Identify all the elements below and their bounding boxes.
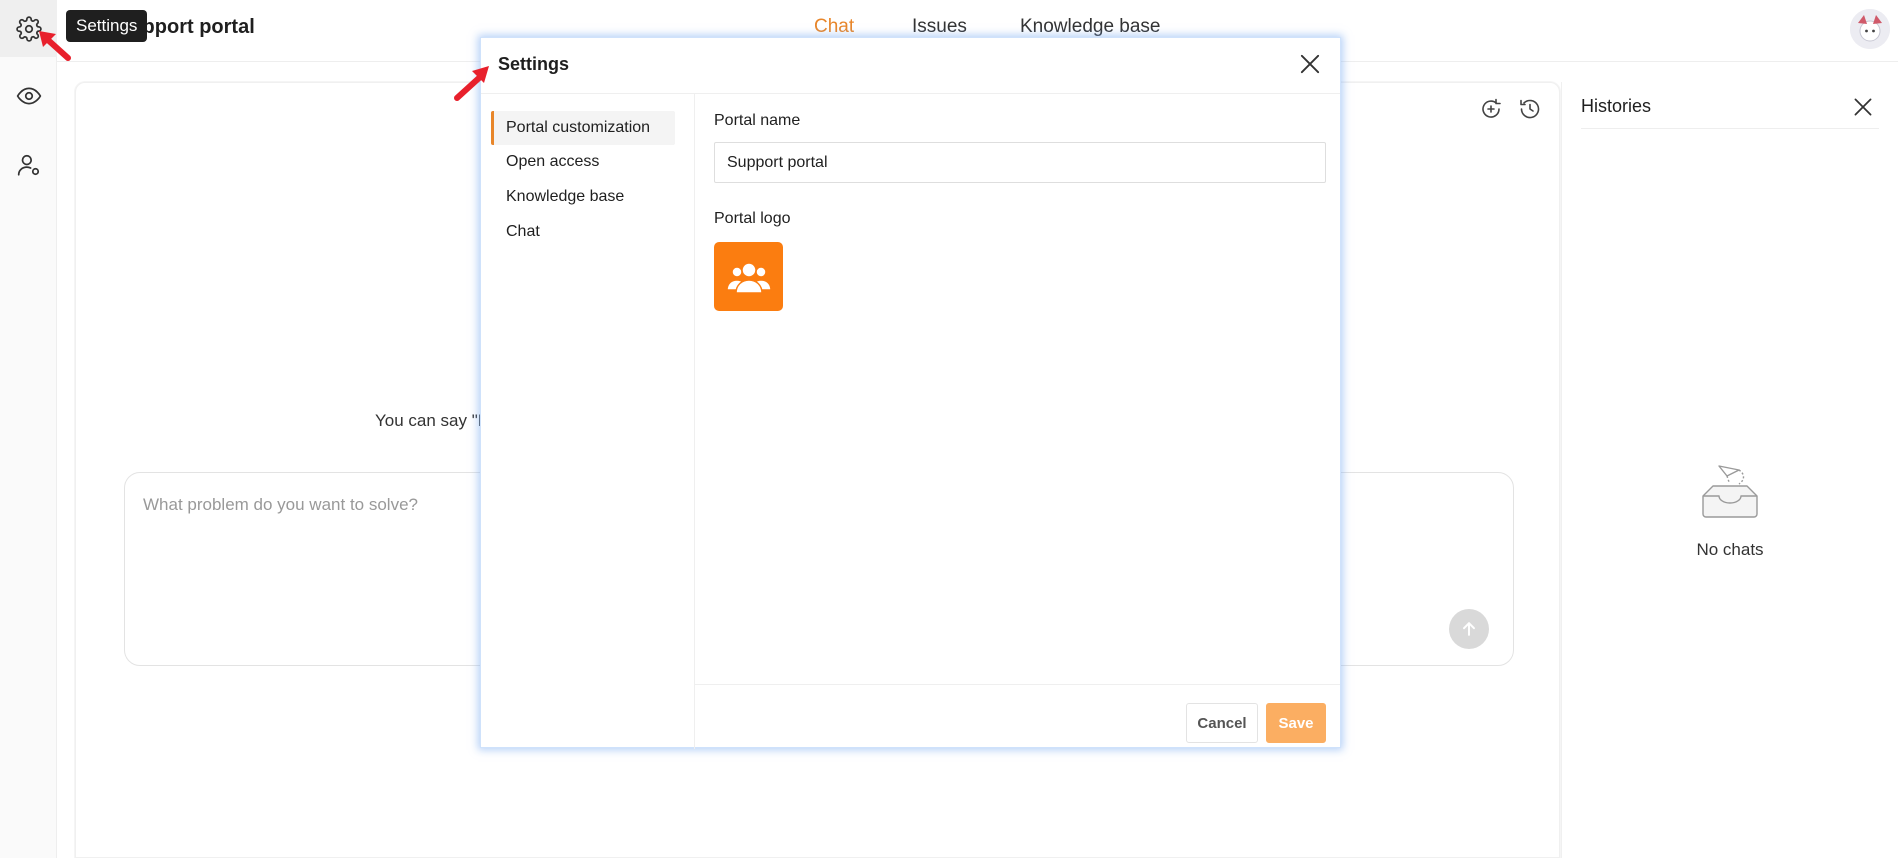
settings-nav-portal-customization[interactable]: Portal customization <box>491 111 675 145</box>
close-icon[interactable] <box>1296 50 1324 78</box>
close-icon[interactable] <box>1850 94 1876 120</box>
portal-logo-upload[interactable] <box>714 242 783 311</box>
greeting-hint: You can say "H <box>375 411 491 430</box>
avatar[interactable] <box>1850 9 1890 49</box>
divider <box>1581 128 1879 129</box>
settings-dialog: Settings Portal customization Open acces… <box>480 37 1341 749</box>
send-button[interactable] <box>1449 609 1489 649</box>
portal-name-input[interactable] <box>714 142 1326 183</box>
save-button[interactable]: Save <box>1266 703 1326 743</box>
dialog-header: Settings <box>481 38 1340 94</box>
eye-icon <box>16 87 41 104</box>
user-settings-icon <box>17 154 39 176</box>
dialog-title: Settings <box>498 54 570 74</box>
dialog-footer: Cancel Save <box>695 684 1340 749</box>
avatar-icon <box>1850 9 1890 49</box>
tab-knowledge-base[interactable]: Knowledge base <box>1020 16 1161 38</box>
portal-logo-label: Portal logo <box>714 210 791 227</box>
new-chat-icon[interactable] <box>1479 97 1503 121</box>
settings-nav-knowledge-base[interactable]: Knowledge base <box>491 180 675 214</box>
histories-panel: Histories No chats <box>1561 82 1898 858</box>
left-rail <box>0 0 57 858</box>
arrow-up-icon <box>1463 622 1475 636</box>
settings-nav: Portal customization Open access Knowled… <box>481 94 695 749</box>
settings-content: Portal name Portal logo <box>695 94 1340 691</box>
tab-chat[interactable]: Chat <box>814 16 854 38</box>
empty-inbox-icon <box>1702 465 1758 518</box>
settings-nav-open-access[interactable]: Open access <box>491 145 675 179</box>
user-settings-button[interactable] <box>0 136 57 193</box>
tab-issues[interactable]: Issues <box>912 16 967 38</box>
empty-state-text: No chats <box>1696 540 1764 559</box>
annotation-arrow-icon <box>454 66 489 101</box>
annotation-arrow-icon <box>39 31 71 61</box>
settings-tooltip: Settings <box>66 10 148 42</box>
users-icon <box>725 261 772 294</box>
settings-nav-chat[interactable]: Chat <box>491 215 675 249</box>
histories-title: Histories <box>1581 96 1652 116</box>
preview-button[interactable] <box>0 67 57 124</box>
portal-name-label: Portal name <box>714 112 801 129</box>
history-icon[interactable] <box>1518 97 1542 121</box>
cancel-button[interactable]: Cancel <box>1186 703 1258 743</box>
